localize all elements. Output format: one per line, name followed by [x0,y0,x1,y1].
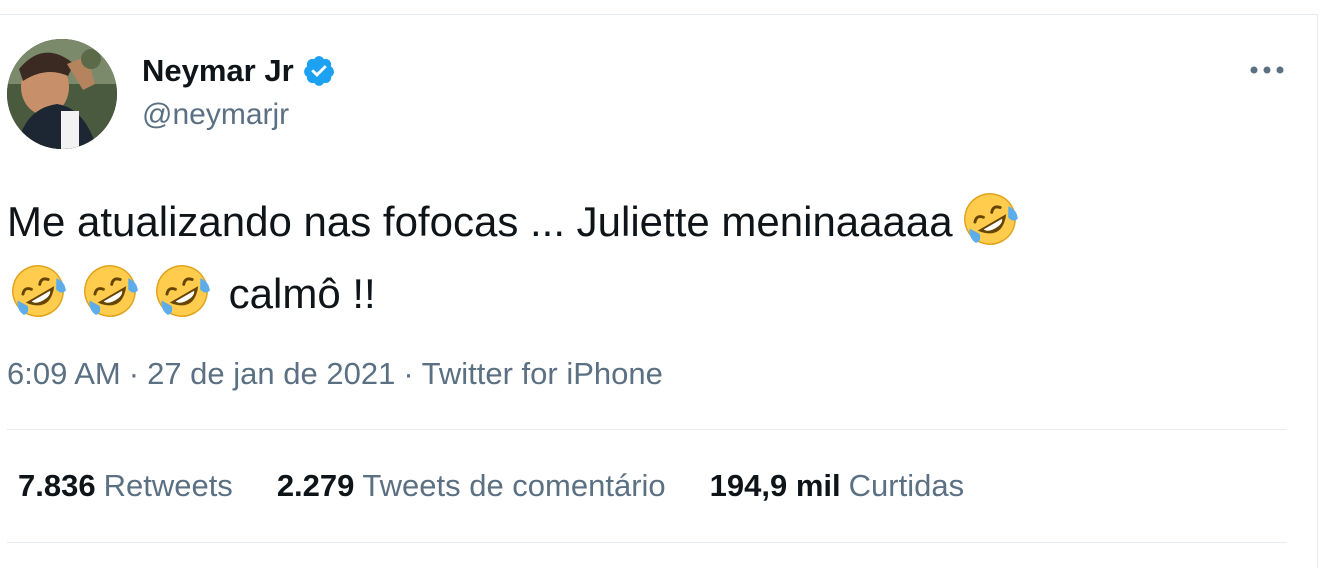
retweets-stat[interactable]: 7.836 Retweets [18,467,233,505]
retweets-label: Retweets [103,468,233,503]
divider [7,542,1287,543]
more-options-icon[interactable] [1246,60,1288,80]
avatar-image [7,39,117,149]
author-handle[interactable]: @neymarjr [142,97,289,133]
rolling-on-floor-laughing-icon [151,260,213,322]
rolling-on-floor-laughing-icon [79,260,141,322]
tweet-meta: 6:09 AM · 27 de jan de 2021 · Twitter for iP… [7,355,663,393]
tweet-text: Me atualizando nas fofocas ... Juliette … [7,186,1297,330]
likes-count: 194,9 mil [709,468,841,503]
divider [7,429,1287,430]
author-name-row[interactable]: Neymar Jr [142,53,336,89]
rolling-on-floor-laughing-icon [959,188,1021,250]
retweets-count: 7.836 [18,468,96,503]
tweet-text-line2: calmô !! [228,270,376,317]
verified-badge-icon [303,56,334,86]
tweet-stats: 7.836 Retweets 2.279 Tweets de comentário … [18,467,1008,505]
quote-tweets-label: Tweets de comentário [362,468,666,503]
likes-label: Curtidas [848,468,965,503]
author-name[interactable]: Neymar Jr [142,53,294,89]
top-divider [0,14,1318,15]
tweet-source[interactable]: Twitter for iPhone [422,356,663,391]
quote-tweets-stat[interactable]: 2.279 Tweets de comentário [277,467,666,505]
meta-separator: · [128,356,140,391]
likes-stat[interactable]: 194,9 mil Curtidas [710,467,964,505]
quote-tweets-count: 2.279 [276,468,355,503]
tweet-date[interactable]: 27 de jan de 2021 [147,356,395,391]
right-border [1317,14,1318,568]
tweet-text-line1: Me atualizando nas fofocas ... Juliette … [7,198,953,245]
meta-separator: · [403,356,414,391]
avatar[interactable] [7,39,117,149]
tweet-time[interactable]: 6:09 AM [7,356,121,391]
rolling-on-floor-laughing-icon [7,260,69,322]
